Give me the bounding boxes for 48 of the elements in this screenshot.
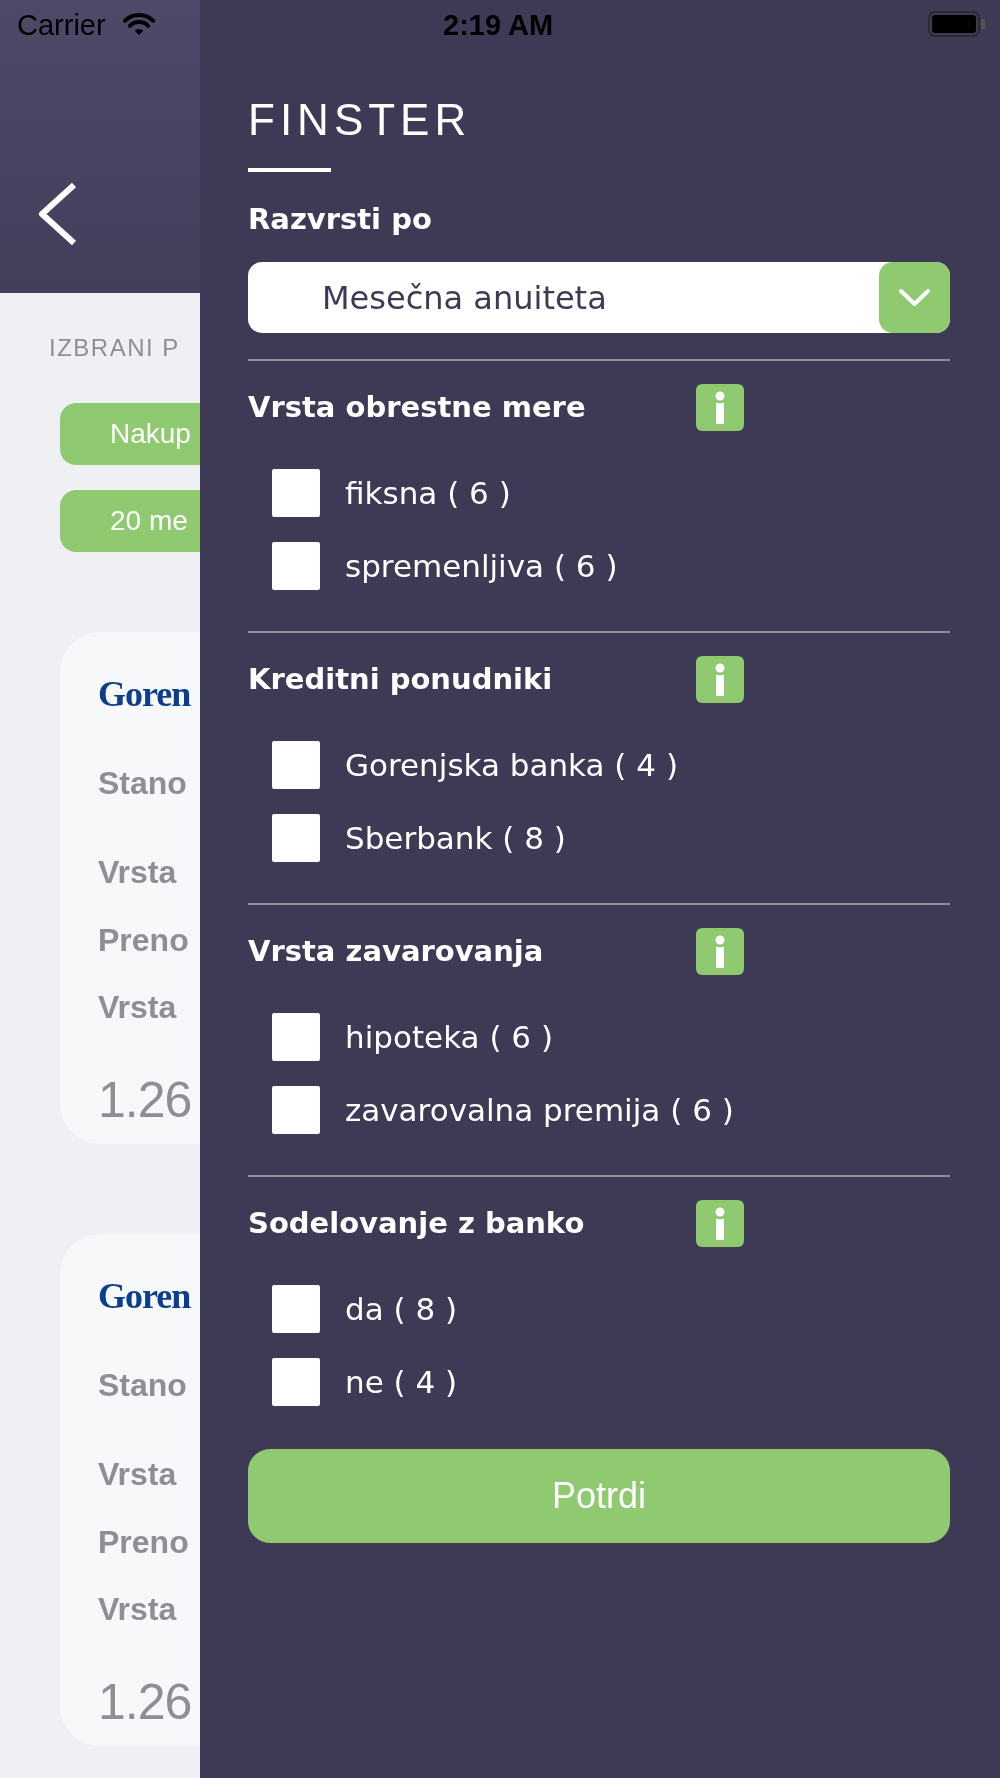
detail-label: Preno [98,1524,189,1560]
detail-label: Vrsta [98,989,178,1025]
detail-label: Vrsta [98,1591,178,1627]
checkbox-label[interactable]: zavarovalna premija ( 6 ) [345,1091,734,1129]
info-icon[interactable] [696,655,744,703]
checkbox-label[interactable]: spremenljiva ( 6 ) [345,547,618,585]
checkbox[interactable] [272,1013,320,1061]
checkbox[interactable] [272,814,320,862]
checkbox[interactable] [272,1358,320,1406]
bank-logo: Goren [98,674,191,714]
detail-label: Vrsta [98,1456,178,1492]
amount-value: 1.26 [98,1071,192,1130]
filter-group-title: Vrsta obrestne mere [248,389,587,425]
checkbox[interactable] [272,1285,320,1333]
info-icon[interactable] [696,1199,744,1247]
back-icon[interactable] [36,181,78,247]
sort-label: Razvrsti po [248,202,432,236]
filter-group-title: Kreditni ponudniki [248,661,554,697]
info-icon[interactable] [696,927,744,975]
product-title: Stano [98,1367,187,1403]
wifi-icon [121,11,157,37]
filter-chip: 20 me [60,490,200,552]
sort-dropdown[interactable]: Mesečna anuiteta [248,262,950,333]
checkbox-label[interactable]: da ( 8 ) [345,1290,458,1328]
checkbox[interactable] [272,469,320,517]
checkbox[interactable] [272,542,320,590]
checkbox-label[interactable]: ne ( 4 ) [345,1363,458,1401]
carrier-label: Carrier [17,8,106,42]
filter-chip: Nakup [60,403,200,465]
detail-label: Vrsta [98,854,178,890]
detail-label: Preno [98,922,189,958]
battery-icon [928,11,985,37]
filter-group-title: Vrsta zavarovanja [248,933,545,969]
brand-title: FINSTER [248,95,472,145]
info-icon[interactable] [696,383,744,431]
amount-value: 1.26 [98,1673,192,1732]
filter-group-title: Sodelovanje z banko [248,1205,586,1241]
chevron-down-icon[interactable] [879,262,950,333]
bank-logo: Goren [98,1276,191,1316]
section-label: IZBRANI P [49,333,180,363]
product-title: Stano [98,765,187,801]
checkbox[interactable] [272,1086,320,1134]
checkbox-label[interactable]: Sberbank ( 8 ) [345,819,566,857]
checkbox-label[interactable]: hipoteka ( 6 ) [345,1018,553,1056]
checkbox-label[interactable]: Gorenjska banka ( 4 ) [345,746,678,784]
checkbox-label[interactable]: fiksna ( 6 ) [345,474,511,512]
status-time: 2:19 AM [443,8,554,42]
checkbox[interactable] [272,741,320,789]
